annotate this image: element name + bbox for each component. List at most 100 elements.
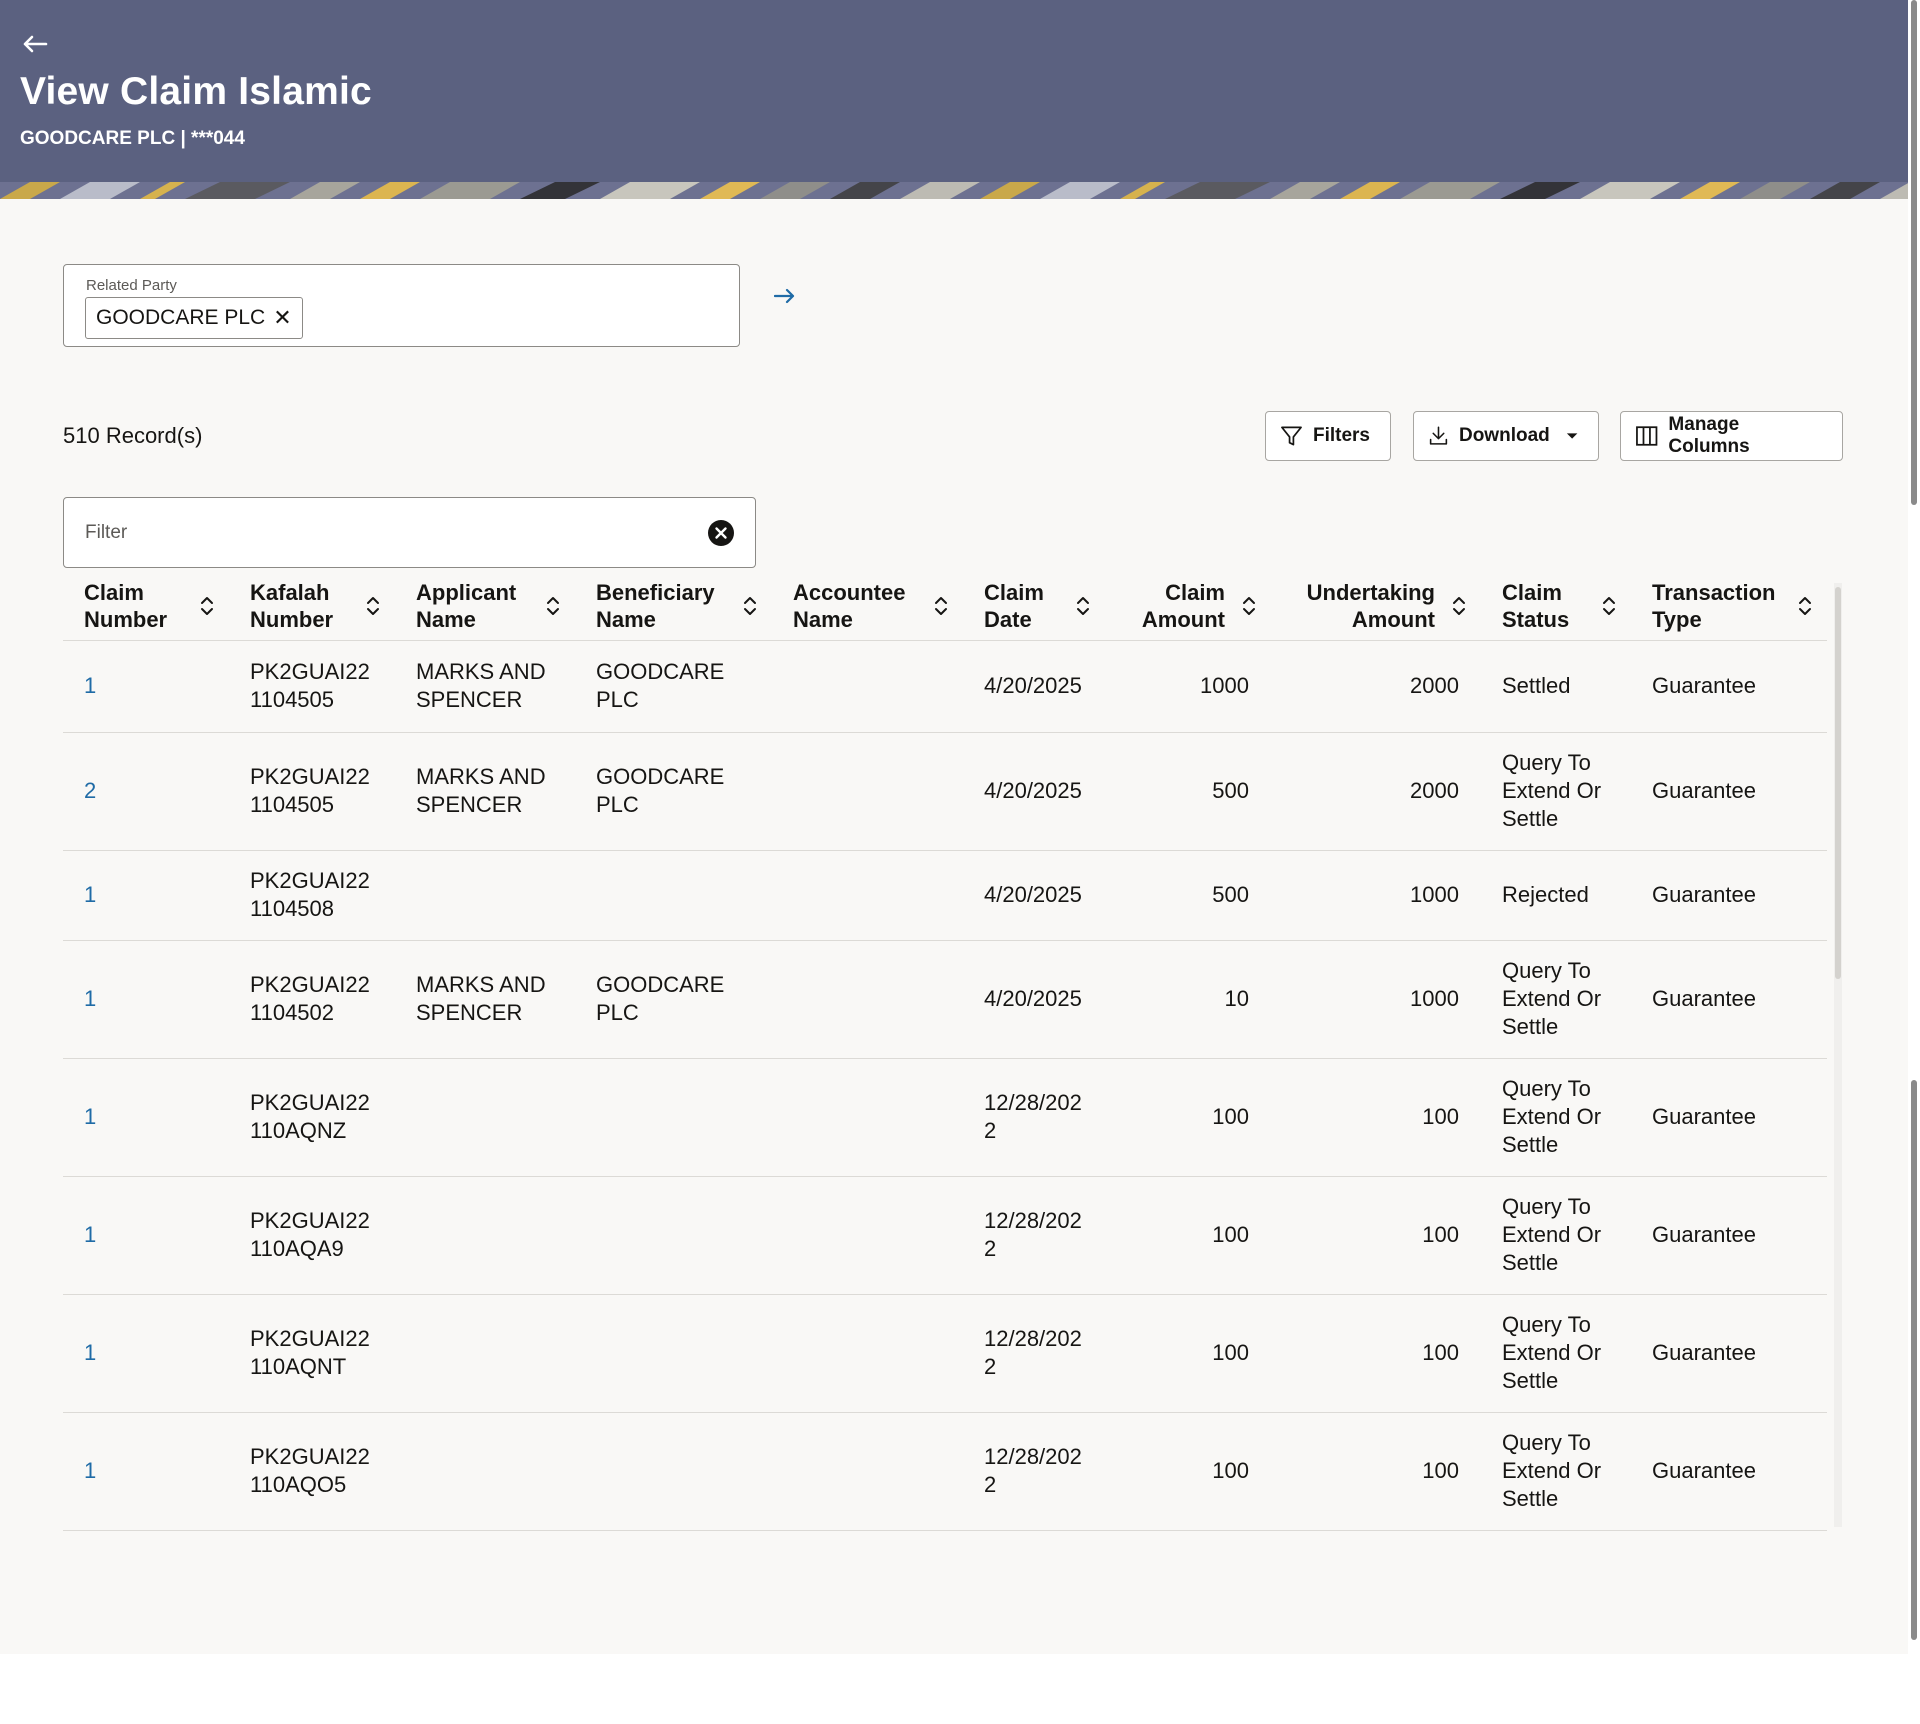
table-row[interactable]: 1 PK2GUAI22110AQA9 12/28/2022 100 100 Query T… bbox=[63, 1176, 1827, 1295]
col-claim-date[interactable]: Claim Date bbox=[963, 572, 1105, 641]
table-cell: 4/20/2025 bbox=[963, 850, 1105, 941]
sort-icon[interactable] bbox=[545, 595, 561, 617]
funnel-icon bbox=[1281, 426, 1302, 446]
page-scrollbar[interactable] bbox=[1908, 0, 1920, 1654]
sort-icon[interactable] bbox=[365, 595, 381, 617]
main-content: Related Party GOODCARE PLC ✕ 510 Record(… bbox=[0, 199, 1908, 1654]
col-accountee-name[interactable]: Accountee Name bbox=[772, 572, 963, 641]
claim-number-link[interactable]: 1 bbox=[63, 850, 229, 941]
table-cell bbox=[395, 1176, 575, 1295]
download-label: Download bbox=[1458, 425, 1550, 446]
table-row[interactable]: 1 PK2GUAI22110AQNZ 12/28/2022 100 100 Query T… bbox=[63, 1058, 1827, 1177]
col-header-label: Beneficiary Name bbox=[596, 579, 715, 632]
col-transaction-type[interactable]: Transaction Type bbox=[1631, 572, 1827, 641]
col-header-label: Claim Amount bbox=[1141, 579, 1225, 632]
sort-icon[interactable] bbox=[1601, 595, 1617, 617]
claim-number-link[interactable]: 1 bbox=[63, 940, 229, 1059]
table-cell: 100 bbox=[1105, 1412, 1271, 1531]
table-cell: 4/20/2025 bbox=[963, 640, 1105, 733]
table-cell: Query To Extend Or Settle bbox=[1481, 1412, 1631, 1531]
table-cell: MARKS AND SPENCER bbox=[395, 732, 575, 851]
table-cell: 100 bbox=[1105, 1058, 1271, 1177]
col-applicant-name[interactable]: Applicant Name bbox=[395, 572, 575, 641]
arrow-left-icon bbox=[23, 35, 48, 53]
filter-input[interactable] bbox=[85, 516, 685, 550]
chip-remove-icon[interactable]: ✕ bbox=[273, 307, 291, 329]
table-cell: Guarantee bbox=[1631, 1294, 1827, 1413]
claim-number-link[interactable]: 1 bbox=[63, 1294, 229, 1413]
sort-icon[interactable] bbox=[1797, 595, 1813, 617]
col-header-label: Claim Number bbox=[84, 579, 168, 632]
table-cell: MARKS AND SPENCER bbox=[395, 640, 575, 733]
col-undertaking-amount[interactable]: Undertaking Amount bbox=[1271, 572, 1481, 641]
claim-number-link[interactable]: 1 bbox=[63, 1058, 229, 1177]
table-cell bbox=[575, 1058, 772, 1177]
table-cell bbox=[575, 1412, 772, 1531]
table-cell: 500 bbox=[1105, 732, 1271, 851]
sort-icon[interactable] bbox=[1451, 595, 1467, 617]
col-claim-status[interactable]: Claim Status bbox=[1481, 572, 1631, 641]
claim-number-link[interactable]: 1 bbox=[63, 1176, 229, 1295]
manage-columns-label: Manage Columns bbox=[1668, 414, 1750, 457]
manage-columns-button[interactable]: Manage Columns bbox=[1620, 411, 1843, 461]
table-cell bbox=[395, 1058, 575, 1177]
table-header-row: Claim Number Kafalah Number Applicant Na… bbox=[63, 572, 1827, 641]
table-cell: 100 bbox=[1271, 1176, 1481, 1295]
table-cell: 1000 bbox=[1271, 850, 1481, 941]
table-cell bbox=[772, 940, 963, 1059]
sort-icon[interactable] bbox=[199, 595, 215, 617]
table-cell: 1000 bbox=[1105, 640, 1271, 733]
apply-party-button[interactable] bbox=[770, 283, 800, 309]
col-beneficiary-name[interactable]: Beneficiary Name bbox=[575, 572, 772, 641]
table-cell: 12/28/2022 bbox=[963, 1412, 1105, 1531]
related-party-field[interactable]: Related Party GOODCARE PLC ✕ bbox=[63, 264, 740, 347]
related-party-label: Related Party bbox=[86, 277, 177, 294]
table-cell bbox=[772, 1176, 963, 1295]
sort-icon[interactable] bbox=[933, 595, 949, 617]
table-row[interactable]: 2 PK2GUAI221104505 MARKS AND SPENCER GOODCA… bbox=[63, 732, 1827, 851]
col-kafalah-number[interactable]: Kafalah Number bbox=[229, 572, 395, 641]
col-header-label: Claim Date bbox=[984, 579, 1044, 632]
page-title: View Claim Islamic bbox=[20, 70, 372, 113]
col-claim-number[interactable]: Claim Number bbox=[63, 572, 229, 641]
claim-number-link[interactable]: 1 bbox=[63, 640, 229, 733]
table-cell: PK2GUAI221104502 bbox=[229, 940, 395, 1059]
filter-box bbox=[63, 497, 756, 568]
table-row[interactable]: 1 PK2GUAI221104505 MARKS AND SPENCER GOODCA… bbox=[63, 640, 1827, 733]
clear-circle-icon[interactable] bbox=[707, 519, 735, 547]
table-cell: 500 bbox=[1105, 850, 1271, 941]
page-scrollbar-thumb[interactable] bbox=[1911, 0, 1917, 505]
table-cell bbox=[575, 1176, 772, 1295]
table-scrollbar-thumb[interactable] bbox=[1835, 587, 1841, 979]
table-cell: GOODCARE PLC bbox=[575, 940, 772, 1059]
table-cell: PK2GUAI221104508 bbox=[229, 850, 395, 941]
table-cell: Query To Extend Or Settle bbox=[1481, 1176, 1631, 1295]
columns-icon bbox=[1636, 426, 1658, 446]
table-cell: Rejected bbox=[1481, 850, 1631, 941]
sort-icon[interactable] bbox=[1075, 595, 1091, 617]
sort-icon[interactable] bbox=[1241, 595, 1257, 617]
table-cell: 2000 bbox=[1271, 640, 1481, 733]
table-row[interactable]: 1 PK2GUAI221104502 MARKS AND SPENCER GOODCA… bbox=[63, 940, 1827, 1059]
col-claim-amount[interactable]: Claim Amount bbox=[1105, 572, 1271, 641]
claim-number-link[interactable]: 1 bbox=[63, 1412, 229, 1531]
filters-button[interactable]: Filters bbox=[1265, 411, 1391, 461]
table-cell: Query To Extend Or Settle bbox=[1481, 732, 1631, 851]
sort-icon[interactable] bbox=[742, 595, 758, 617]
table-row[interactable]: 1 PK2GUAI22110AQO5 12/28/2022 100 100 Query T… bbox=[63, 1412, 1827, 1531]
table-cell bbox=[772, 1294, 963, 1413]
page-header: View Claim Islamic GOODCARE PLC | ***044 bbox=[0, 0, 1908, 199]
claim-number-link[interactable]: 2 bbox=[63, 732, 229, 851]
table-cell: GOODCARE PLC bbox=[575, 732, 772, 851]
table-cell: PK2GUAI221104505 bbox=[229, 640, 395, 733]
table-cell: 100 bbox=[1271, 1058, 1481, 1177]
page-subtitle: GOODCARE PLC | ***044 bbox=[20, 128, 245, 149]
table-scrollbar[interactable] bbox=[1832, 571, 1844, 1539]
header-pattern bbox=[0, 182, 1908, 199]
table-cell: Query To Extend Or Settle bbox=[1481, 940, 1631, 1059]
download-button[interactable]: Download bbox=[1413, 411, 1599, 461]
back-button[interactable] bbox=[22, 26, 62, 62]
page-scrollbar-thumb-lower[interactable] bbox=[1911, 1080, 1917, 1640]
table-row[interactable]: 1 PK2GUAI22110AQNT 12/28/2022 100 100 Query T… bbox=[63, 1294, 1827, 1413]
table-row[interactable]: 1 PK2GUAI221104508 4/20/2025 500 1000 Rejecte… bbox=[63, 850, 1827, 941]
